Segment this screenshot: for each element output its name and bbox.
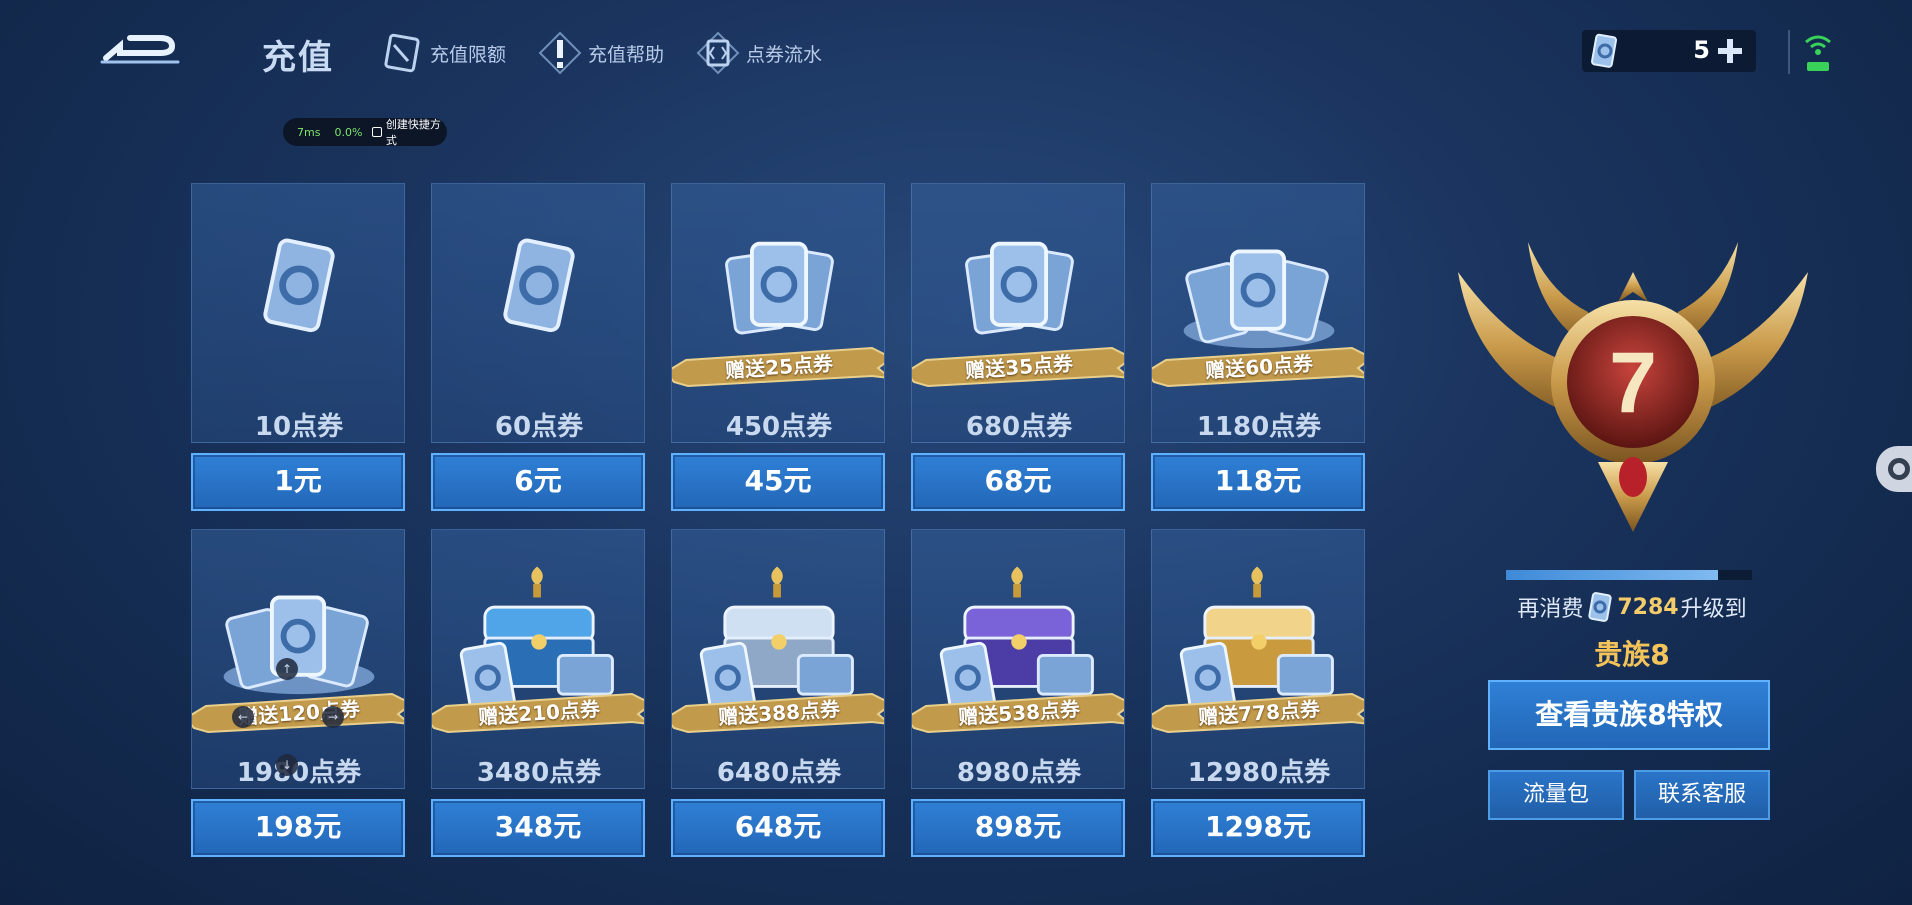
nav-recharge-limit[interactable]: 充值限额 [380, 30, 506, 76]
back-arrow-icon[interactable] [100, 28, 184, 72]
page-title: 充值 [262, 38, 334, 78]
perf-overlay: 7ms 0.0% 创建快捷方式 [283, 116, 447, 148]
package-card[interactable]: 赠送25点券 450点券 [671, 183, 885, 443]
nav-recharge-help[interactable]: 充值帮助 [538, 30, 664, 76]
price-button[interactable]: 1元 [191, 453, 405, 511]
price-button[interactable]: 118元 [1151, 453, 1365, 511]
price-button[interactable]: 198元 [191, 799, 405, 857]
frame-time: 7ms [297, 125, 321, 139]
noble-badge-icon: 7 [1458, 242, 1808, 532]
nav-label: 点券流水 [746, 43, 823, 66]
voucher-amount: 450点券 [725, 412, 833, 442]
card-icon [384, 33, 420, 73]
upgrade-hint: 再消费 7284 升级到 [1460, 591, 1804, 623]
side-menu-handle[interactable] [1876, 446, 1912, 492]
top-bar: 充值 充值限额 充值帮助 点券流水 7ms 0.0% 创建快捷方式 5 [0, 0, 1912, 147]
upgrade-amount: 7284 [1617, 594, 1679, 620]
bonus-ribbon: 赠送35点券 [912, 342, 1124, 390]
single-card-icon [263, 238, 335, 333]
voucher-amount: 6480点券 [716, 758, 842, 788]
voucher-amount: 60点券 [494, 412, 584, 442]
price-button[interactable]: 6元 [431, 453, 645, 511]
voucher-balance: 5 [1582, 30, 1756, 72]
down-arrow-icon[interactable]: ↓ [276, 754, 298, 776]
price-button[interactable]: 348元 [431, 799, 645, 857]
shortcut-icon [372, 127, 382, 137]
package-card[interactable]: 10点券 [191, 183, 405, 443]
upgrade-prefix: 再消费 [1517, 597, 1584, 622]
price-button[interactable]: 898元 [911, 799, 1125, 857]
voucher-icon [1588, 592, 1613, 622]
voucher-amount: 1180点券 [1196, 412, 1322, 442]
voucher-amount: 1980点券 [236, 758, 362, 788]
exclamation-icon [538, 31, 582, 75]
create-shortcut[interactable]: 创建快捷方式 [372, 116, 447, 148]
data-pack-button[interactable]: 流量包 [1488, 770, 1624, 820]
package-card[interactable]: 赠送60点券 1180点券 [1151, 183, 1365, 443]
voucher-amount: 10点券 [254, 412, 344, 442]
package-card[interactable]: 赠送778点券 12980点券 [1151, 529, 1365, 789]
bonus-ribbon: 赠送778点券 [1152, 688, 1364, 736]
voucher-amount: 680点券 [965, 412, 1073, 442]
package-card[interactable]: 赠送210点券 3480点券 [431, 529, 645, 789]
bonus-ribbon: 赠送120点券 [192, 688, 404, 736]
price-button[interactable]: 1298元 [1151, 799, 1365, 857]
ring-icon [1888, 458, 1910, 480]
cpu-percent: 0.0% [334, 125, 363, 139]
package-card[interactable]: 赠送388点券 6480点券 [671, 529, 885, 789]
contact-support-button[interactable]: 联系客服 [1634, 770, 1770, 820]
bonus-ribbon: 赠送388点券 [672, 688, 884, 736]
voucher-amount: 12980点券 [1187, 758, 1331, 788]
nav-label: 充值限额 [430, 43, 507, 66]
view-noble-privileges-button[interactable]: 查看贵族8特权 [1488, 680, 1770, 750]
price-button[interactable]: 45元 [671, 453, 885, 511]
nav-label: 充值帮助 [588, 43, 665, 66]
bonus-ribbon: 赠送210点券 [432, 688, 644, 736]
voucher-amount: 3480点券 [476, 758, 602, 788]
bonus-ribbon: 赠送25点券 [672, 342, 884, 390]
wifi-icon [1805, 35, 1831, 71]
package-card[interactable]: 赠送35点券 680点券 [911, 183, 1125, 443]
voucher-count: 5 [1693, 36, 1710, 64]
package-card[interactable]: 60点券 [431, 183, 645, 443]
ledger-icon [696, 31, 740, 75]
single-card-icon [503, 238, 575, 333]
bonus-ribbon: 赠送60点券 [1152, 342, 1364, 390]
left-arrow-icon[interactable]: ← [232, 706, 254, 728]
noble-progress-bar [1506, 570, 1752, 580]
next-noble-rank: 贵族8 [1594, 638, 1670, 671]
upgrade-suffix: 升级到 [1680, 597, 1747, 622]
noble-progress-fill [1506, 570, 1718, 580]
noble-level: 7 [1609, 335, 1657, 431]
up-arrow-icon[interactable]: ↑ [276, 658, 298, 680]
price-button[interactable]: 648元 [671, 799, 885, 857]
package-card[interactable]: 赠送538点券 8980点券 [911, 529, 1125, 789]
voucher-amount: 8980点券 [956, 758, 1082, 788]
price-button[interactable]: 68元 [911, 453, 1125, 511]
right-arrow-icon[interactable]: → [322, 706, 344, 728]
voucher-icon [1591, 33, 1617, 68]
divider [1788, 30, 1790, 74]
bonus-ribbon: 赠送538点券 [912, 688, 1124, 736]
package-card[interactable]: 赠送120点券 1980点券 [191, 529, 405, 789]
plus-icon[interactable] [1716, 37, 1744, 65]
nav-voucher-ledger[interactable]: 点券流水 [696, 30, 822, 76]
